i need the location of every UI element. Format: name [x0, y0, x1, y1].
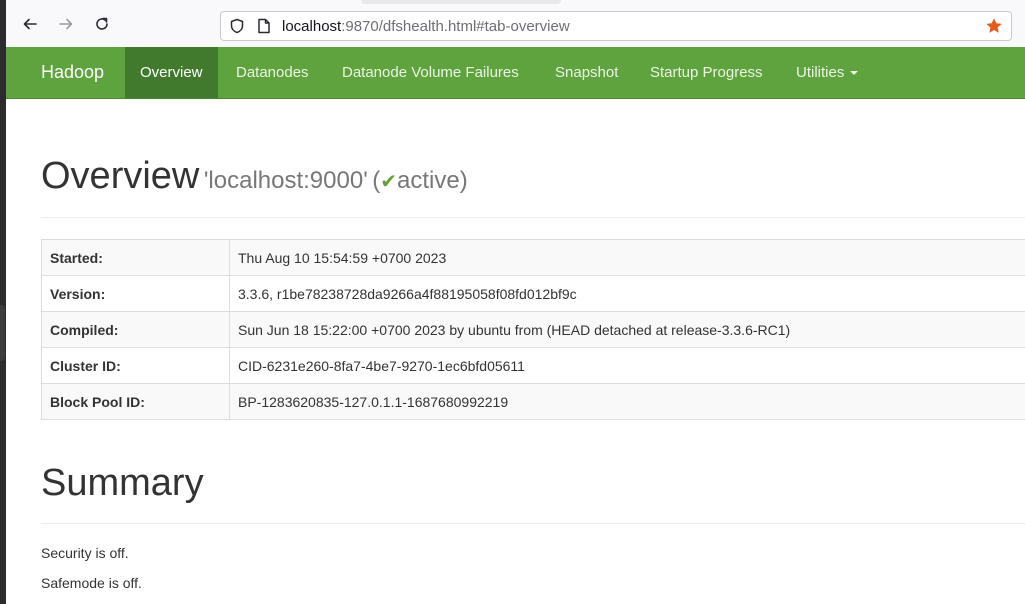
url-host: localhost	[282, 18, 342, 35]
nav-tab-datanodes[interactable]: Datanodes	[221, 47, 324, 98]
navbar-brand[interactable]: Hadoop	[41, 47, 104, 98]
table-row: Version: 3.3.6, r1be78238728da9266a4f881…	[41, 275, 1025, 312]
row-label-cluster-id: Cluster ID:	[41, 347, 230, 384]
url-text: localhost:9870/dfshealth.html#tab-overvi…	[282, 18, 570, 35]
row-label-version: Version:	[41, 275, 230, 312]
reload-button[interactable]	[91, 13, 113, 35]
active-check-icon: ✔	[380, 171, 397, 193]
summary-title: Summary	[41, 462, 204, 504]
row-label-compiled: Compiled:	[41, 311, 230, 348]
nav-dropdown-utilities[interactable]: Utilities	[781, 47, 873, 98]
back-button[interactable]	[19, 13, 41, 35]
status-close-paren: )	[459, 167, 468, 194]
row-value-version: 3.3.6, r1be78238728da9266a4f88195058f08f…	[229, 275, 1025, 312]
forward-button[interactable]	[55, 13, 77, 35]
safemode-status: Safemode is off.	[41, 575, 142, 591]
back-arrow-icon	[23, 18, 37, 30]
overview-info-table: Started: Thu Aug 10 15:54:59 +0700 2023 …	[41, 239, 1025, 420]
nav-tab-snapshot[interactable]: Snapshot	[540, 47, 633, 98]
security-status: Security is off.	[41, 545, 129, 561]
table-row: Block Pool ID: BP-1283620835-127.0.1.1-1…	[41, 383, 1025, 420]
forward-arrow-icon	[59, 18, 73, 30]
address-bar[interactable]: localhost:9870/dfshealth.html#tab-overvi…	[220, 11, 1012, 41]
overview-title: Overview	[41, 155, 200, 197]
page-info-icon[interactable]	[257, 18, 271, 39]
caret-down-icon	[850, 71, 859, 76]
reload-icon	[96, 17, 108, 30]
nav-tab-datanode-volume-failures[interactable]: Datanode Volume Failures	[327, 47, 534, 98]
url-path: :9870/dfshealth.html#tab-overview	[341, 18, 570, 35]
summary-divider	[41, 523, 1025, 524]
tab-strip-hint	[361, 0, 561, 4]
namenode-status: active	[397, 167, 460, 194]
table-row: Compiled: Sun Jun 18 15:22:00 +0700 2023…	[41, 311, 1025, 348]
tracking-protection-shield-icon[interactable]	[229, 18, 245, 39]
row-value-cluster-id: CID-6231e260-8fa7-4be7-9270-1ec6bfd05611	[229, 347, 1025, 384]
desktop-dock-handle	[0, 305, 5, 361]
row-value-started: Thu Aug 10 15:54:59 +0700 2023	[229, 239, 1025, 276]
nav-tab-overview[interactable]: Overview	[125, 47, 218, 98]
hadoop-navbar: Hadoop Overview Datanodes Datanode Volum…	[6, 47, 1025, 99]
bookmark-star-icon[interactable]	[985, 17, 1003, 40]
nav-tab-startup-progress[interactable]: Startup Progress	[635, 47, 778, 98]
row-value-compiled: Sun Jun 18 15:22:00 +0700 2023 by ubuntu…	[229, 311, 1025, 348]
row-label-started: Started:	[41, 239, 230, 276]
row-label-block-pool-id: Block Pool ID:	[41, 383, 230, 420]
table-row: Cluster ID: CID-6231e260-8fa7-4be7-9270-…	[41, 347, 1025, 384]
overview-header: Overview 'localhost:9000' (✔active)	[41, 155, 468, 198]
overview-divider	[41, 217, 1025, 218]
browser-toolbar: localhost:9870/dfshealth.html#tab-overvi…	[6, 0, 1025, 48]
utilities-label: Utilities	[796, 64, 845, 81]
table-row: Started: Thu Aug 10 15:54:59 +0700 2023	[41, 239, 1025, 276]
namenode-host: 'localhost:9000'	[203, 167, 368, 194]
row-value-block-pool-id: BP-1283620835-127.0.1.1-1687680992219	[229, 383, 1025, 420]
